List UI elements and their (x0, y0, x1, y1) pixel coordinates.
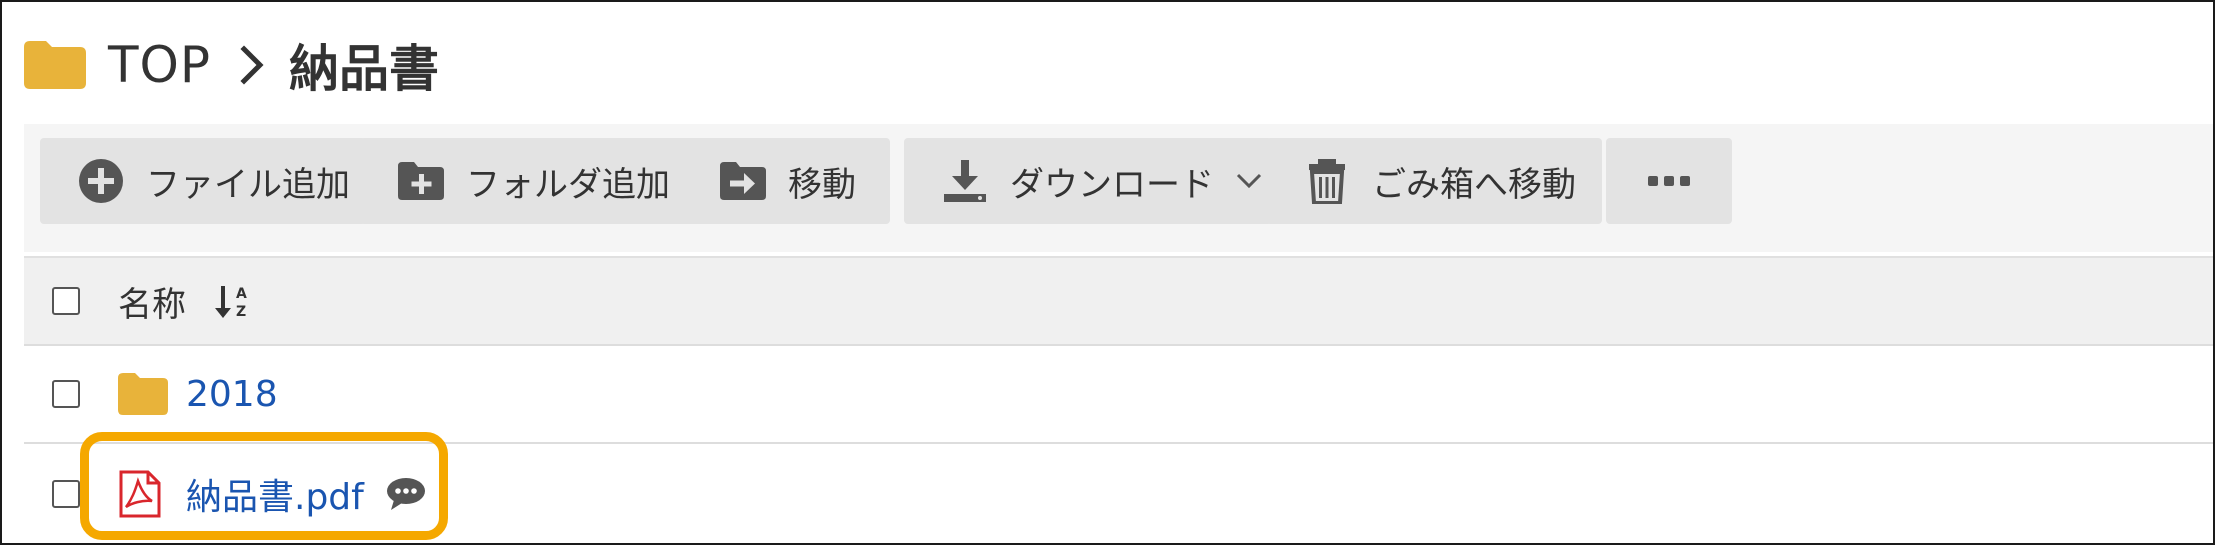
breadcrumb-root-link[interactable]: TOP (108, 36, 211, 94)
row-checkbox[interactable] (52, 479, 80, 508)
svg-text:Z: Z (236, 304, 246, 320)
sort-az-icon[interactable]: A Z (214, 280, 254, 322)
table-row[interactable]: 納品書.pdf (24, 444, 2213, 543)
breadcrumb-current-folder: 納品書 (289, 40, 440, 98)
select-all-checkbox[interactable] (52, 287, 80, 315)
chevron-down-icon (1236, 173, 1262, 189)
download-icon (944, 160, 986, 202)
svg-text:A: A (236, 286, 247, 302)
toolbar: ファイル追加 フォルダ追加 移動 ダウンロード ごみ箱へ移動 (24, 124, 2213, 252)
breadcrumb: TOP 納品書 (24, 30, 439, 100)
folder-name-link[interactable]: 2018 (186, 374, 278, 415)
ellipsis-icon (1648, 176, 1690, 186)
add-folder-button[interactable]: フォルダ追加 (360, 138, 690, 224)
file-list-table: 名称 A Z 2018 納品書.pdf (24, 256, 2213, 543)
folder-move-icon (720, 162, 766, 200)
move-to-trash-button[interactable]: ごみ箱へ移動 (1266, 138, 1602, 224)
table-header: 名称 A Z (24, 256, 2213, 346)
trash-icon (1309, 159, 1345, 204)
file-browser-window: TOP 納品書 ファイル追加 フォルダ追加 移動 ダウンロード ごみ箱へ移動 名… (0, 0, 2215, 545)
comment-icon[interactable] (386, 476, 426, 512)
folder-icon (118, 373, 168, 415)
plus-circle-icon (79, 159, 123, 203)
more-actions-button[interactable] (1606, 138, 1732, 224)
folder-icon (24, 41, 86, 89)
file-name-link[interactable]: 納品書.pdf (186, 468, 364, 520)
add-file-button[interactable]: ファイル追加 (40, 138, 366, 224)
move-label: 移動 (788, 164, 856, 205)
chevron-right-icon (240, 45, 264, 85)
download-button[interactable]: ダウンロード (904, 138, 1272, 224)
row-checkbox[interactable] (52, 380, 80, 408)
add-folder-label: フォルダ追加 (466, 164, 670, 205)
add-file-label: ファイル追加 (146, 164, 350, 205)
folder-plus-icon (398, 162, 444, 200)
pdf-icon (119, 470, 161, 517)
move-to-trash-label: ごみ箱へ移動 (1372, 164, 1576, 205)
column-header-name[interactable]: 名称 (118, 277, 186, 326)
table-row[interactable]: 2018 (24, 346, 2213, 444)
move-button[interactable]: 移動 (682, 138, 890, 224)
download-label: ダウンロード (1010, 164, 1214, 205)
